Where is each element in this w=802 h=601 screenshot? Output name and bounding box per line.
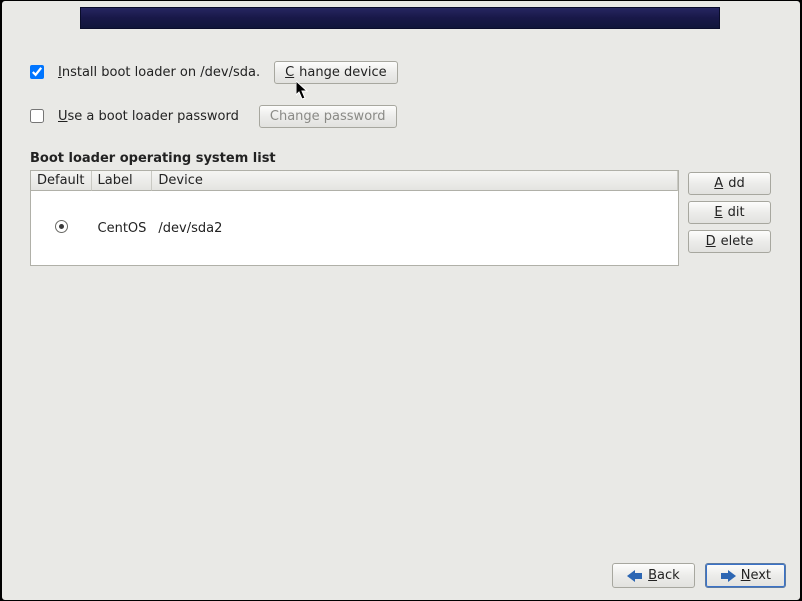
os-list-table[interactable]: Default Label Device CentOS /dev/sda2 [30, 170, 679, 266]
col-header-label[interactable]: Label [92, 171, 153, 191]
edit-button[interactable]: Edit [688, 201, 771, 224]
install-bootloader-checkbox[interactable] [30, 65, 44, 79]
next-button[interactable]: Next [705, 563, 786, 588]
default-radio-icon[interactable] [55, 220, 68, 233]
os-list-heading: Boot loader operating system list [30, 151, 776, 166]
bootloader-password-checkbox[interactable] [30, 109, 44, 123]
bootloader-password-row: Use a boot loader password Change passwo… [30, 101, 776, 131]
delete-button[interactable]: Delete [688, 230, 771, 253]
os-list-header-row: Default Label Device [31, 171, 678, 191]
os-device-cell: /dev/sda2 [152, 191, 678, 265]
header-banner [80, 7, 720, 29]
back-button[interactable]: Back [612, 563, 695, 588]
os-list-area: Default Label Device CentOS /dev/sda2 [30, 170, 776, 266]
bootloader-password-label: Use a boot loader password [58, 109, 239, 124]
os-label-cell: CentOS [92, 191, 153, 265]
installer-window: Install boot loader on /dev/sda. Change … [1, 0, 801, 601]
main-content: Install boot loader on /dev/sda. Change … [30, 57, 776, 266]
wizard-footer: Back Next [612, 563, 786, 588]
col-header-default[interactable]: Default [31, 171, 92, 191]
install-bootloader-label: Install boot loader on /dev/sda. [58, 65, 260, 80]
change-device-button[interactable]: Change device [274, 61, 398, 84]
arrow-right-icon [720, 570, 736, 582]
col-header-device[interactable]: Device [152, 171, 678, 191]
table-row[interactable]: CentOS /dev/sda2 [31, 191, 678, 265]
default-radio-cell[interactable] [31, 191, 92, 265]
arrow-left-icon [627, 570, 643, 582]
add-button[interactable]: Add [688, 172, 771, 195]
os-list-side-buttons: Add Edit Delete [688, 172, 771, 266]
install-bootloader-row: Install boot loader on /dev/sda. Change … [30, 57, 776, 87]
change-password-button: Change password [259, 105, 397, 128]
